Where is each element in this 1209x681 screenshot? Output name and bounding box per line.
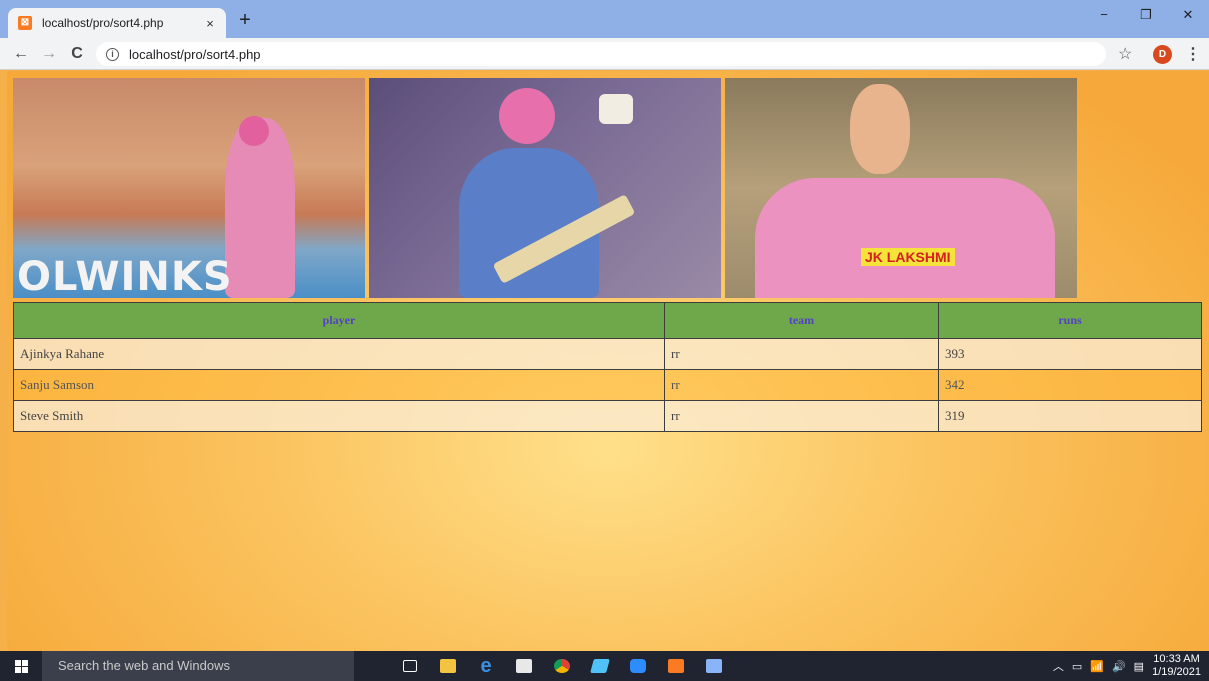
cell-team: rr xyxy=(664,338,939,370)
player-photo-row: OLWINKS JK LAKSHMI xyxy=(13,78,1077,298)
system-tray: ︿ ▭ 📶 🔊 ▤ 10:33 AM 1/19/2021 xyxy=(1053,651,1201,681)
chrome-icon[interactable] xyxy=(548,654,576,678)
player-stats-table: player team runs Ajinkya Rahane rr 393 S… xyxy=(13,302,1202,432)
window-controls: − ❐ ✕ xyxy=(1083,0,1209,30)
cell-player: Sanju Samson xyxy=(13,369,665,401)
close-window-button[interactable]: ✕ xyxy=(1167,0,1209,30)
xampp-icon: ⊠ xyxy=(18,16,32,30)
table-row: Steve Smith rr 319 xyxy=(13,400,1202,432)
cell-player: Steve Smith xyxy=(13,400,665,432)
site-info-icon[interactable]: i xyxy=(106,47,119,61)
xampp-taskbar-icon[interactable] xyxy=(662,654,690,678)
volume-icon[interactable]: 🔊 xyxy=(1112,660,1126,673)
helmet-shape xyxy=(239,116,269,146)
column-header-team[interactable]: team xyxy=(664,302,939,339)
cell-team: rr xyxy=(664,400,939,432)
store-icon[interactable] xyxy=(510,654,538,678)
browser-tab-bar: ⊠ localhost/pro/sort4.php × + − ❐ ✕ xyxy=(0,0,1209,38)
table-row: Ajinkya Rahane rr 393 xyxy=(13,338,1202,370)
back-arrow-icon[interactable]: ← xyxy=(10,44,32,64)
file-explorer-icon[interactable] xyxy=(434,654,462,678)
clock-time: 10:33 AM xyxy=(1153,653,1200,665)
column-header-runs[interactable]: runs xyxy=(938,302,1202,339)
forward-arrow-icon[interactable]: → xyxy=(38,44,60,64)
player-photo-smith: JK LAKSHMI xyxy=(725,78,1077,298)
address-bar[interactable]: i localhost/pro/sort4.php xyxy=(96,42,1106,66)
player-photo-rahane: OLWINKS xyxy=(13,78,365,298)
glove-shape xyxy=(599,94,633,124)
chevron-up-icon[interactable]: ︿ xyxy=(1053,658,1064,674)
browser-toolbar: ← → C i localhost/pro/sort4.php ☆ D ⋮ xyxy=(0,38,1209,70)
profile-avatar[interactable]: D xyxy=(1153,45,1172,64)
clock-date: 1/19/2021 xyxy=(1152,666,1201,678)
taskbar-app-icons: e xyxy=(396,654,728,678)
minimize-button[interactable]: − xyxy=(1083,0,1125,30)
reload-icon[interactable]: C xyxy=(66,44,88,64)
edge-browser-icon[interactable]: e xyxy=(472,654,500,678)
taskbar-search-box[interactable]: Search the web and Windows xyxy=(42,651,354,681)
browser-tab[interactable]: ⊠ localhost/pro/sort4.php × xyxy=(8,8,226,38)
restore-button[interactable]: ❐ xyxy=(1125,0,1167,30)
zoom-icon[interactable] xyxy=(624,654,652,678)
helmet-shape xyxy=(499,88,555,144)
task-view-icon[interactable] xyxy=(396,654,424,678)
table-row: Sanju Samson rr 342 xyxy=(13,369,1202,401)
table-header-row: player team runs xyxy=(13,302,1202,339)
cell-player: Ajinkya Rahane xyxy=(13,338,665,370)
player-photo-samson xyxy=(369,78,721,298)
jersey-sponsor-text: JK LAKSHMI xyxy=(861,248,955,266)
windows-start-icon[interactable] xyxy=(0,651,42,681)
batsman-figure xyxy=(225,118,295,298)
new-tab-button[interactable]: + xyxy=(234,10,256,32)
page-viewport: OLWINKS JK LAKSHMI player team runs Ajin… xyxy=(7,71,1209,651)
battery-icon[interactable]: ▭ xyxy=(1072,660,1082,673)
notifications-icon[interactable]: ▤ xyxy=(1134,660,1144,673)
head-shape xyxy=(850,84,910,174)
cell-runs: 393 xyxy=(938,338,1202,370)
jersey-figure xyxy=(755,178,1055,298)
windows-taskbar: Search the web and Windows e ︿ ▭ 📶 🔊 ▤ 1… xyxy=(0,651,1209,681)
tab-title: localhost/pro/sort4.php xyxy=(42,16,164,30)
taskbar-clock[interactable]: 10:33 AM 1/19/2021 xyxy=(1152,653,1201,679)
windows-logo-icon xyxy=(14,659,28,673)
wifi-icon[interactable]: 📶 xyxy=(1090,660,1104,673)
column-header-player[interactable]: player xyxy=(13,302,665,339)
notepad-icon[interactable] xyxy=(700,654,728,678)
bookmark-star-icon[interactable]: ☆ xyxy=(1118,44,1132,64)
cell-team: rr xyxy=(664,369,939,401)
stadium-banner-text: OLWINKS xyxy=(17,254,233,298)
close-tab-icon[interactable]: × xyxy=(202,16,218,31)
url-text: localhost/pro/sort4.php xyxy=(129,46,261,62)
app-icon[interactable] xyxy=(586,654,614,678)
kebab-menu-icon[interactable]: ⋮ xyxy=(1185,44,1201,64)
cell-runs: 319 xyxy=(938,400,1202,432)
cell-runs: 342 xyxy=(938,369,1202,401)
